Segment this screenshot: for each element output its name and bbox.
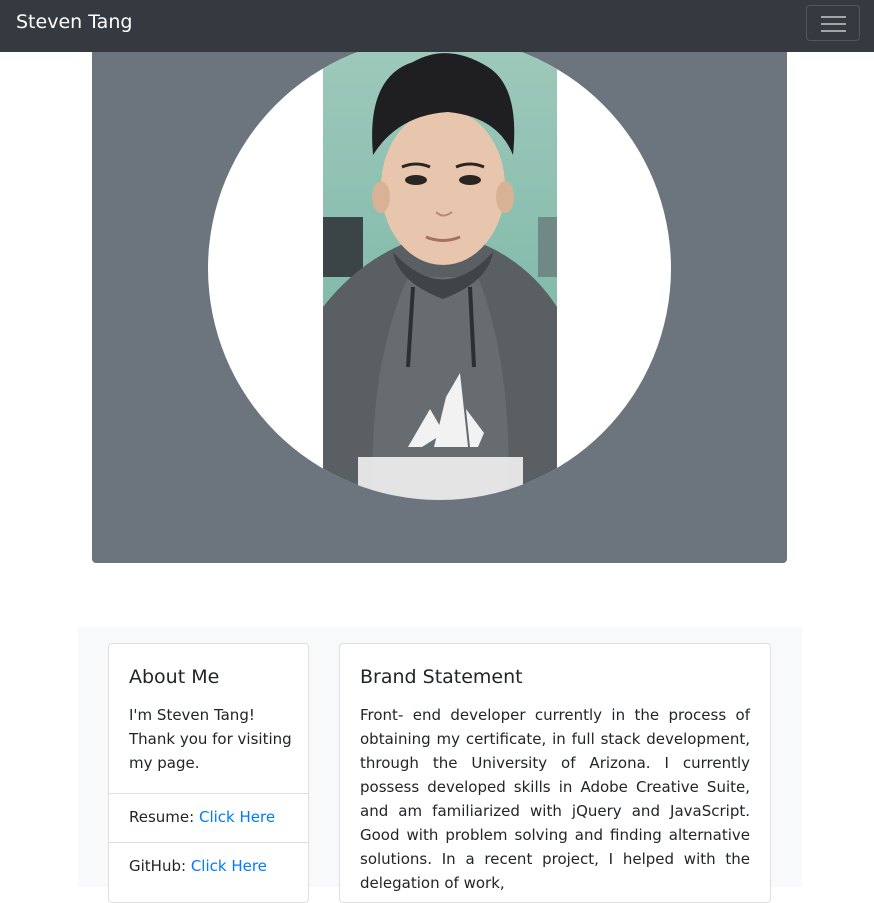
jumbotron: [92, 30, 787, 563]
github-label: GitHub:: [129, 857, 187, 875]
about-me-title: About Me: [129, 666, 220, 688]
navbar-toggler-button[interactable]: [806, 5, 860, 41]
hamburger-menu-icon-bar: [821, 23, 846, 25]
github-link[interactable]: Click Here: [191, 857, 267, 875]
hamburger-menu-icon: [821, 16, 846, 18]
brand-statement-text: Front- end developer currently in the pr…: [360, 706, 750, 892]
brand-statement-title: Brand Statement: [360, 666, 523, 688]
hamburger-menu-icon-bar: [821, 30, 846, 32]
about-me-card: About Me I'm Steven Tang! Thank you for …: [108, 643, 309, 903]
navbar-brand[interactable]: Steven Tang: [16, 11, 132, 33]
profile-photo: [208, 37, 671, 500]
content-section: About Me I'm Steven Tang! Thank you for …: [78, 627, 802, 903]
github-list-item: GitHub: Click Here: [109, 842, 308, 891]
resume-list-item: Resume: Click Here: [109, 793, 308, 842]
brand-statement-card: Brand Statement Front- end developer cur…: [339, 643, 771, 903]
resume-label: Resume:: [129, 808, 195, 826]
top-navbar: Steven Tang: [0, 0, 874, 52]
about-me-text: I'm Steven Tang! Thank you for visiting …: [129, 706, 292, 772]
resume-link[interactable]: Click Here: [199, 808, 275, 826]
portrait-image: [323, 37, 557, 500]
